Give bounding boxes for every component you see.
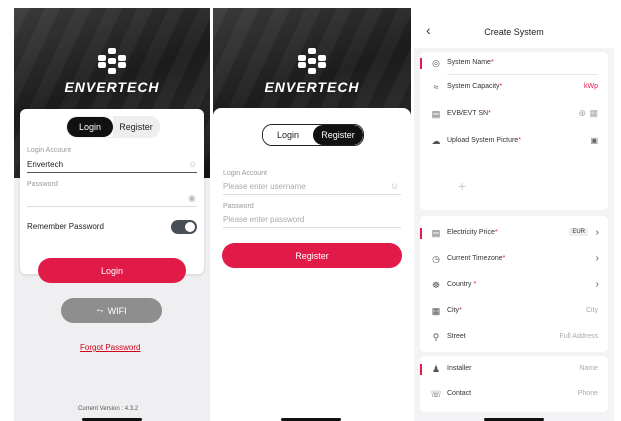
evb-sn-row[interactable]: ▤ EVB/EVT SN* ⊕ ▦ <box>420 105 608 125</box>
system-name-input[interactable] <box>447 74 598 75</box>
required-marker <box>420 364 422 375</box>
contact-group: ♟ Installer Name ☏ Contact Phone <box>420 356 608 412</box>
street-row[interactable]: ⚲ Street Full Address <box>420 328 608 348</box>
price-icon: ▤ <box>431 228 441 238</box>
wifi-icon: ⥊ <box>96 305 104 315</box>
installer-row[interactable]: ♟ Installer Name <box>420 360 608 380</box>
account-label: Login Account <box>223 170 267 177</box>
password-input[interactable]: Please enter password <box>223 215 304 224</box>
required-marker <box>420 58 422 69</box>
installer-label: Installer <box>447 365 472 372</box>
required-marker <box>420 228 422 239</box>
street-label: Street <box>447 333 466 340</box>
street-input[interactable]: Full Address <box>559 333 598 340</box>
username-underline <box>223 194 401 195</box>
version-text: Current Version : 4.3.2 <box>78 406 139 412</box>
contact-row[interactable]: ☏ Contact Phone <box>420 385 608 405</box>
installer-input[interactable]: Name <box>579 365 598 372</box>
system-name-row[interactable]: ◎ System Name* <box>420 54 608 74</box>
installer-icon: ♟ <box>431 364 441 374</box>
capacity-icon: ≈ <box>433 82 439 92</box>
electricity-price-label: Electricity Price* <box>447 229 498 236</box>
login-button[interactable]: Login <box>38 258 186 283</box>
tab-login[interactable]: Login <box>263 125 313 145</box>
wifi-button-label: WIFI <box>107 305 127 316</box>
register-card: Login Register Login Account Please ente… <box>213 108 411 421</box>
location-pin-icon: ⚲ <box>432 332 440 342</box>
chevron-right-icon: › <box>595 253 599 264</box>
evb-sn-label: EVB/EVT SN* <box>447 110 491 117</box>
phone-icon: ☏ <box>430 389 442 399</box>
timezone-label: Current Timezone* <box>447 255 506 262</box>
brand-logo: ENVERTECH <box>14 48 210 95</box>
city-input[interactable]: City <box>586 307 598 314</box>
password-label: Password <box>223 203 254 210</box>
register-button[interactable]: Register <box>222 243 402 268</box>
register-screen: ENVERTECH Login Register Login Account P… <box>213 8 411 421</box>
system-capacity-label: System Capacity* <box>447 83 503 90</box>
clock-icon: ◷ <box>432 254 440 264</box>
account-label: Login Account <box>27 147 71 154</box>
add-icon[interactable]: ⊕ <box>578 108 586 119</box>
nav-bar: ‹ Create System <box>414 8 614 48</box>
system-name-label: System Name* <box>447 59 494 66</box>
camera-icon[interactable]: ▣ <box>590 136 598 145</box>
contact-label: Contact <box>447 390 472 397</box>
brand-logo: ENVERTECH <box>213 48 411 95</box>
system-icon: ◎ <box>432 58 440 68</box>
system-info-group: ◎ System Name* ≈ System Capacity* kWp ▤ … <box>420 52 608 210</box>
cloud-upload-icon: ☁ <box>431 136 441 146</box>
login-screen: ENVERTECH Login Register Login Account E… <box>14 8 210 421</box>
brand-name: ENVERTECH <box>264 79 360 95</box>
forgot-password-link[interactable]: Forgot Password <box>80 343 140 352</box>
currency-badge[interactable]: EUR <box>569 228 588 236</box>
remember-password-toggle[interactable] <box>171 220 197 234</box>
page-title: Create System <box>484 27 544 37</box>
chevron-right-icon: › <box>595 279 599 290</box>
tab-login[interactable]: Login <box>67 117 113 137</box>
login-card: Login Register Login Account Envertech ☺… <box>20 109 204 274</box>
login-register-toggle: Login Register <box>262 124 364 146</box>
city-row[interactable]: ▦ City* City <box>420 302 608 322</box>
create-system-screen: ‹ Create System ◎ System Name* ≈ System … <box>414 8 614 421</box>
lock-icon: ◉ <box>188 193 196 203</box>
electricity-price-row[interactable]: ▤ Electricity Price* EUR › <box>420 224 608 244</box>
upload-picture-row: ☁ Upload System Picture* ▣ <box>420 132 608 152</box>
system-capacity-row[interactable]: ≈ System Capacity* kWp <box>420 78 608 98</box>
globe-icon: ☸ <box>431 280 441 290</box>
contact-input[interactable]: Phone <box>578 390 598 397</box>
city-label: City* <box>447 307 462 314</box>
location-group: ▤ Electricity Price* EUR › ◷ Current Tim… <box>420 216 608 352</box>
upload-picture-label: Upload System Picture* <box>447 137 521 144</box>
scan-icon[interactable]: ▦ <box>589 108 598 119</box>
brand-name: ENVERTECH <box>64 79 160 95</box>
remember-password-label: Remember Password <box>27 222 104 231</box>
wifi-button[interactable]: ⥊ WIFI <box>61 298 162 323</box>
chevron-right-icon: › <box>595 227 599 238</box>
user-icon: ☺ <box>390 181 400 191</box>
country-row[interactable]: ☸ Country * › <box>420 276 608 296</box>
country-label: Country * <box>447 281 477 288</box>
building-icon: ▦ <box>431 306 441 316</box>
password-underline <box>223 227 401 228</box>
tab-register[interactable]: Register <box>313 125 363 145</box>
envertech-logo-icon <box>98 48 126 74</box>
user-icon: ☺ <box>188 159 198 169</box>
account-underline <box>27 172 197 173</box>
envertech-logo-icon <box>298 48 326 74</box>
capacity-unit: kWp <box>584 83 598 90</box>
timezone-row[interactable]: ◷ Current Timezone* › <box>420 250 608 270</box>
password-label: Password <box>27 181 58 188</box>
add-picture-placeholder[interactable]: + <box>442 166 482 206</box>
account-input[interactable]: Envertech <box>27 160 63 169</box>
username-input[interactable]: Please enter username <box>223 182 306 191</box>
login-register-toggle: Login Register <box>66 116 160 138</box>
tab-register[interactable]: Register <box>113 117 159 137</box>
document-icon: ▤ <box>431 109 441 119</box>
password-input[interactable] <box>27 206 197 207</box>
